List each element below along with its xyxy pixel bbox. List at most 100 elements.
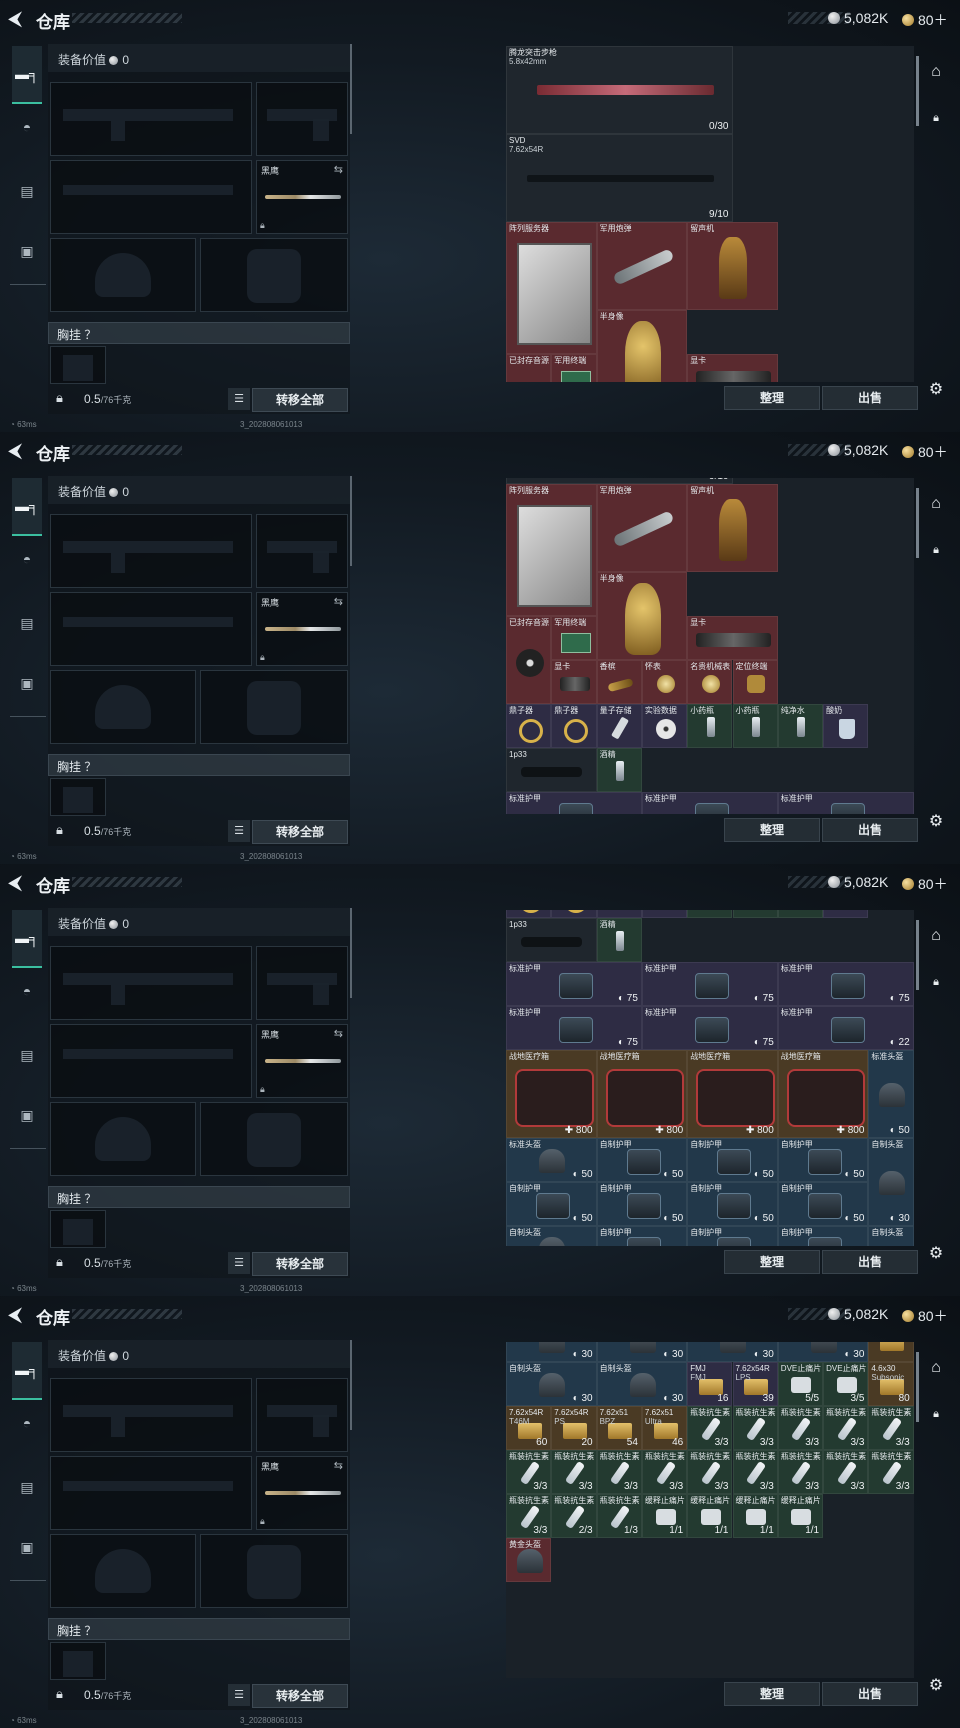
transfer-all-button[interactable]: 转移全部 xyxy=(252,1252,348,1276)
storage-item[interactable]: 标准头盔 ◐ 50 xyxy=(506,1138,597,1182)
pistol-slot[interactable] xyxy=(256,1378,348,1452)
nav-weapons-icon[interactable]: ▬╕ xyxy=(12,910,42,968)
back-arrow-icon[interactable]: ⮜ xyxy=(8,440,30,462)
melee-slot[interactable]: 黑鹰 ⇆ 🔒︎ xyxy=(256,1024,348,1098)
armor-slot[interactable] xyxy=(200,670,348,744)
storage-item[interactable]: 缓释止痛片 1/1 xyxy=(641,1494,688,1538)
storage-item[interactable]: 7.62x54R LPS 39 xyxy=(732,1362,778,1406)
melee-slot[interactable]: 黑鹰 ⇆ 🔒︎ xyxy=(256,160,348,234)
storage-item[interactable]: 留声机 xyxy=(687,484,778,572)
gear-icon[interactable]: ⚙ xyxy=(922,1672,950,1700)
storage-item[interactable]: DVE止痛片 3/5 xyxy=(823,1362,869,1406)
storage-item[interactable]: 纯净水 xyxy=(777,704,824,748)
helmet-slot[interactable] xyxy=(50,1102,196,1176)
pistol-slot[interactable] xyxy=(256,946,348,1020)
storage-item[interactable]: 显卡 xyxy=(551,660,597,704)
secondary-weapon-slot[interactable] xyxy=(50,1024,252,1098)
storage-item[interactable]: 标准护甲◐ 75 xyxy=(777,792,914,814)
storage-item[interactable]: 自制护甲◐ 50 xyxy=(596,1182,688,1226)
storage-item[interactable]: 酒精 xyxy=(596,748,642,792)
nav-armor-icon[interactable]: ▤ xyxy=(12,608,42,638)
transfer-all-button[interactable]: 转移全部 xyxy=(252,388,348,412)
list-icon[interactable]: ☰ xyxy=(228,1684,250,1706)
swap-icon[interactable]: ⇆ xyxy=(334,1027,343,1040)
nav-weapons-icon[interactable]: ▬╕ xyxy=(12,478,42,536)
storage-item[interactable]: 已封存音源 xyxy=(506,354,552,382)
pistol-slot[interactable] xyxy=(256,82,348,156)
storage-item[interactable]: 战地医疗箱 ✚ 800 xyxy=(506,1050,597,1138)
warehouse-icon[interactable]: ⌂ xyxy=(922,58,950,86)
storage-item[interactable]: 酸奶 xyxy=(823,704,869,748)
storage-item[interactable]: 标准护甲◐ 75 xyxy=(506,1006,642,1050)
storage-scrollbar[interactable] xyxy=(916,488,919,558)
chest-rig-header[interactable]: 胸挂 ？ xyxy=(48,754,350,776)
storage-scrollbar[interactable] xyxy=(916,56,919,126)
storage-item[interactable]: 4.6x30 Subsonic 80 xyxy=(868,1362,914,1406)
gear-icon[interactable]: ⚙ xyxy=(922,1240,950,1268)
melee-slot[interactable]: 黑鹰 ⇆ 🔒︎ xyxy=(256,1456,348,1530)
secondary-weapon-slot[interactable] xyxy=(50,160,252,234)
pistol-slot[interactable] xyxy=(256,514,348,588)
swap-icon[interactable]: ⇆ xyxy=(334,163,343,176)
storage-item[interactable]: 显卡 xyxy=(687,616,778,660)
storage-item[interactable]: 瓶装抗生素 3/3 xyxy=(687,1450,733,1494)
storage-item[interactable]: 标准护甲◐ 75 xyxy=(641,962,778,1006)
storage-item[interactable]: 标准护甲◐ 75 xyxy=(506,792,642,814)
storage-item[interactable]: 标准护甲◐ 75 xyxy=(641,792,778,814)
storage-item[interactable]: DVE止痛片 5/5 xyxy=(777,1362,824,1406)
storage-item[interactable]: 7.62x51 BPZ 54 xyxy=(596,1406,642,1450)
list-icon[interactable]: ☰ xyxy=(228,1252,250,1274)
storage-item[interactable]: 标准头盔 ◐ 50 xyxy=(868,1050,914,1138)
chest-rig-slot[interactable] xyxy=(50,1210,106,1248)
storage-scrollbar[interactable] xyxy=(916,920,919,990)
storage-item[interactable]: 酒精 xyxy=(596,918,642,962)
chest-rig-header[interactable]: 胸挂 ？ xyxy=(48,322,350,344)
sort-button[interactable]: 整理 xyxy=(724,818,820,842)
list-icon[interactable]: ☰ xyxy=(228,388,250,410)
chest-rig-header[interactable]: 胸挂 ？ xyxy=(48,1618,350,1640)
storage-item[interactable]: 瓶装抗生素 3/3 xyxy=(868,1406,914,1450)
nav-helmet-icon[interactable]: ◓ xyxy=(12,976,42,1006)
storage-item[interactable]: 名贵机械表 xyxy=(687,660,733,704)
storage-scrollbar[interactable] xyxy=(916,1352,919,1422)
secondary-weapon-slot[interactable] xyxy=(50,592,252,666)
chest-rig-header[interactable]: 胸挂 ？ xyxy=(48,1186,350,1208)
equipment-scrollbar[interactable] xyxy=(350,1340,352,1430)
storage-item[interactable]: 自制护甲◐ 50 xyxy=(777,1182,869,1226)
storage-item[interactable]: 军用终端 xyxy=(551,616,597,660)
primary-weapon-slot[interactable] xyxy=(50,82,252,156)
storage-item[interactable]: 鼎子器 xyxy=(506,910,552,918)
nav-backpack-icon[interactable]: ▣ xyxy=(12,668,42,698)
equipment-scrollbar[interactable] xyxy=(350,908,352,998)
gold-balance[interactable]: 80＋ xyxy=(902,442,948,462)
equipment-scrollbar[interactable] xyxy=(350,44,352,134)
primary-weapon-slot[interactable] xyxy=(50,1378,252,1452)
lock-icon[interactable]: 🔒︎ xyxy=(922,536,950,564)
sell-button[interactable]: 出售 xyxy=(822,386,918,410)
list-icon[interactable]: ☰ xyxy=(228,820,250,842)
gold-balance[interactable]: 80＋ xyxy=(902,874,948,894)
storage-item[interactable]: 缓释止痛片 1/1 xyxy=(777,1494,824,1538)
nav-weapons-icon[interactable]: ▬╕ xyxy=(12,1342,42,1400)
storage-item[interactable]: 怀表 xyxy=(641,660,688,704)
back-arrow-icon[interactable]: ⮜ xyxy=(8,1304,30,1326)
storage-item[interactable]: 阵列服务器 xyxy=(506,222,597,354)
storage-item[interactable]: 自制护甲◐ 50 xyxy=(687,1226,778,1246)
storage-item[interactable]: 1p33 xyxy=(506,748,597,792)
storage-item[interactable]: 自制头盔◐ 30 xyxy=(777,1342,869,1362)
storage-item[interactable]: 酸奶 xyxy=(823,910,869,918)
storage-item[interactable]: 军用炮弹 xyxy=(596,484,688,572)
chest-rig-slot[interactable] xyxy=(50,1642,106,1680)
primary-weapon-slot[interactable] xyxy=(50,514,252,588)
storage-item[interactable]: 标准护甲◐ 75 xyxy=(506,962,642,1006)
nav-armor-icon[interactable]: ▤ xyxy=(12,176,42,206)
storage-item[interactable]: 自制护甲◐ 50 xyxy=(777,1138,869,1182)
nav-helmet-icon[interactable]: ◓ xyxy=(12,544,42,574)
nav-backpack-icon[interactable]: ▣ xyxy=(12,1100,42,1130)
storage-item[interactable]: FMJ FMJ 16 xyxy=(687,1362,733,1406)
storage-item[interactable]: 量子存储 xyxy=(596,910,642,918)
gold-balance[interactable]: 80＋ xyxy=(902,10,948,30)
storage-item[interactable]: 腾龙突击步枪 5.8x42mm 0/30 xyxy=(506,46,733,134)
transfer-all-button[interactable]: 转移全部 xyxy=(252,1684,348,1708)
chest-rig-slot[interactable] xyxy=(50,346,106,384)
